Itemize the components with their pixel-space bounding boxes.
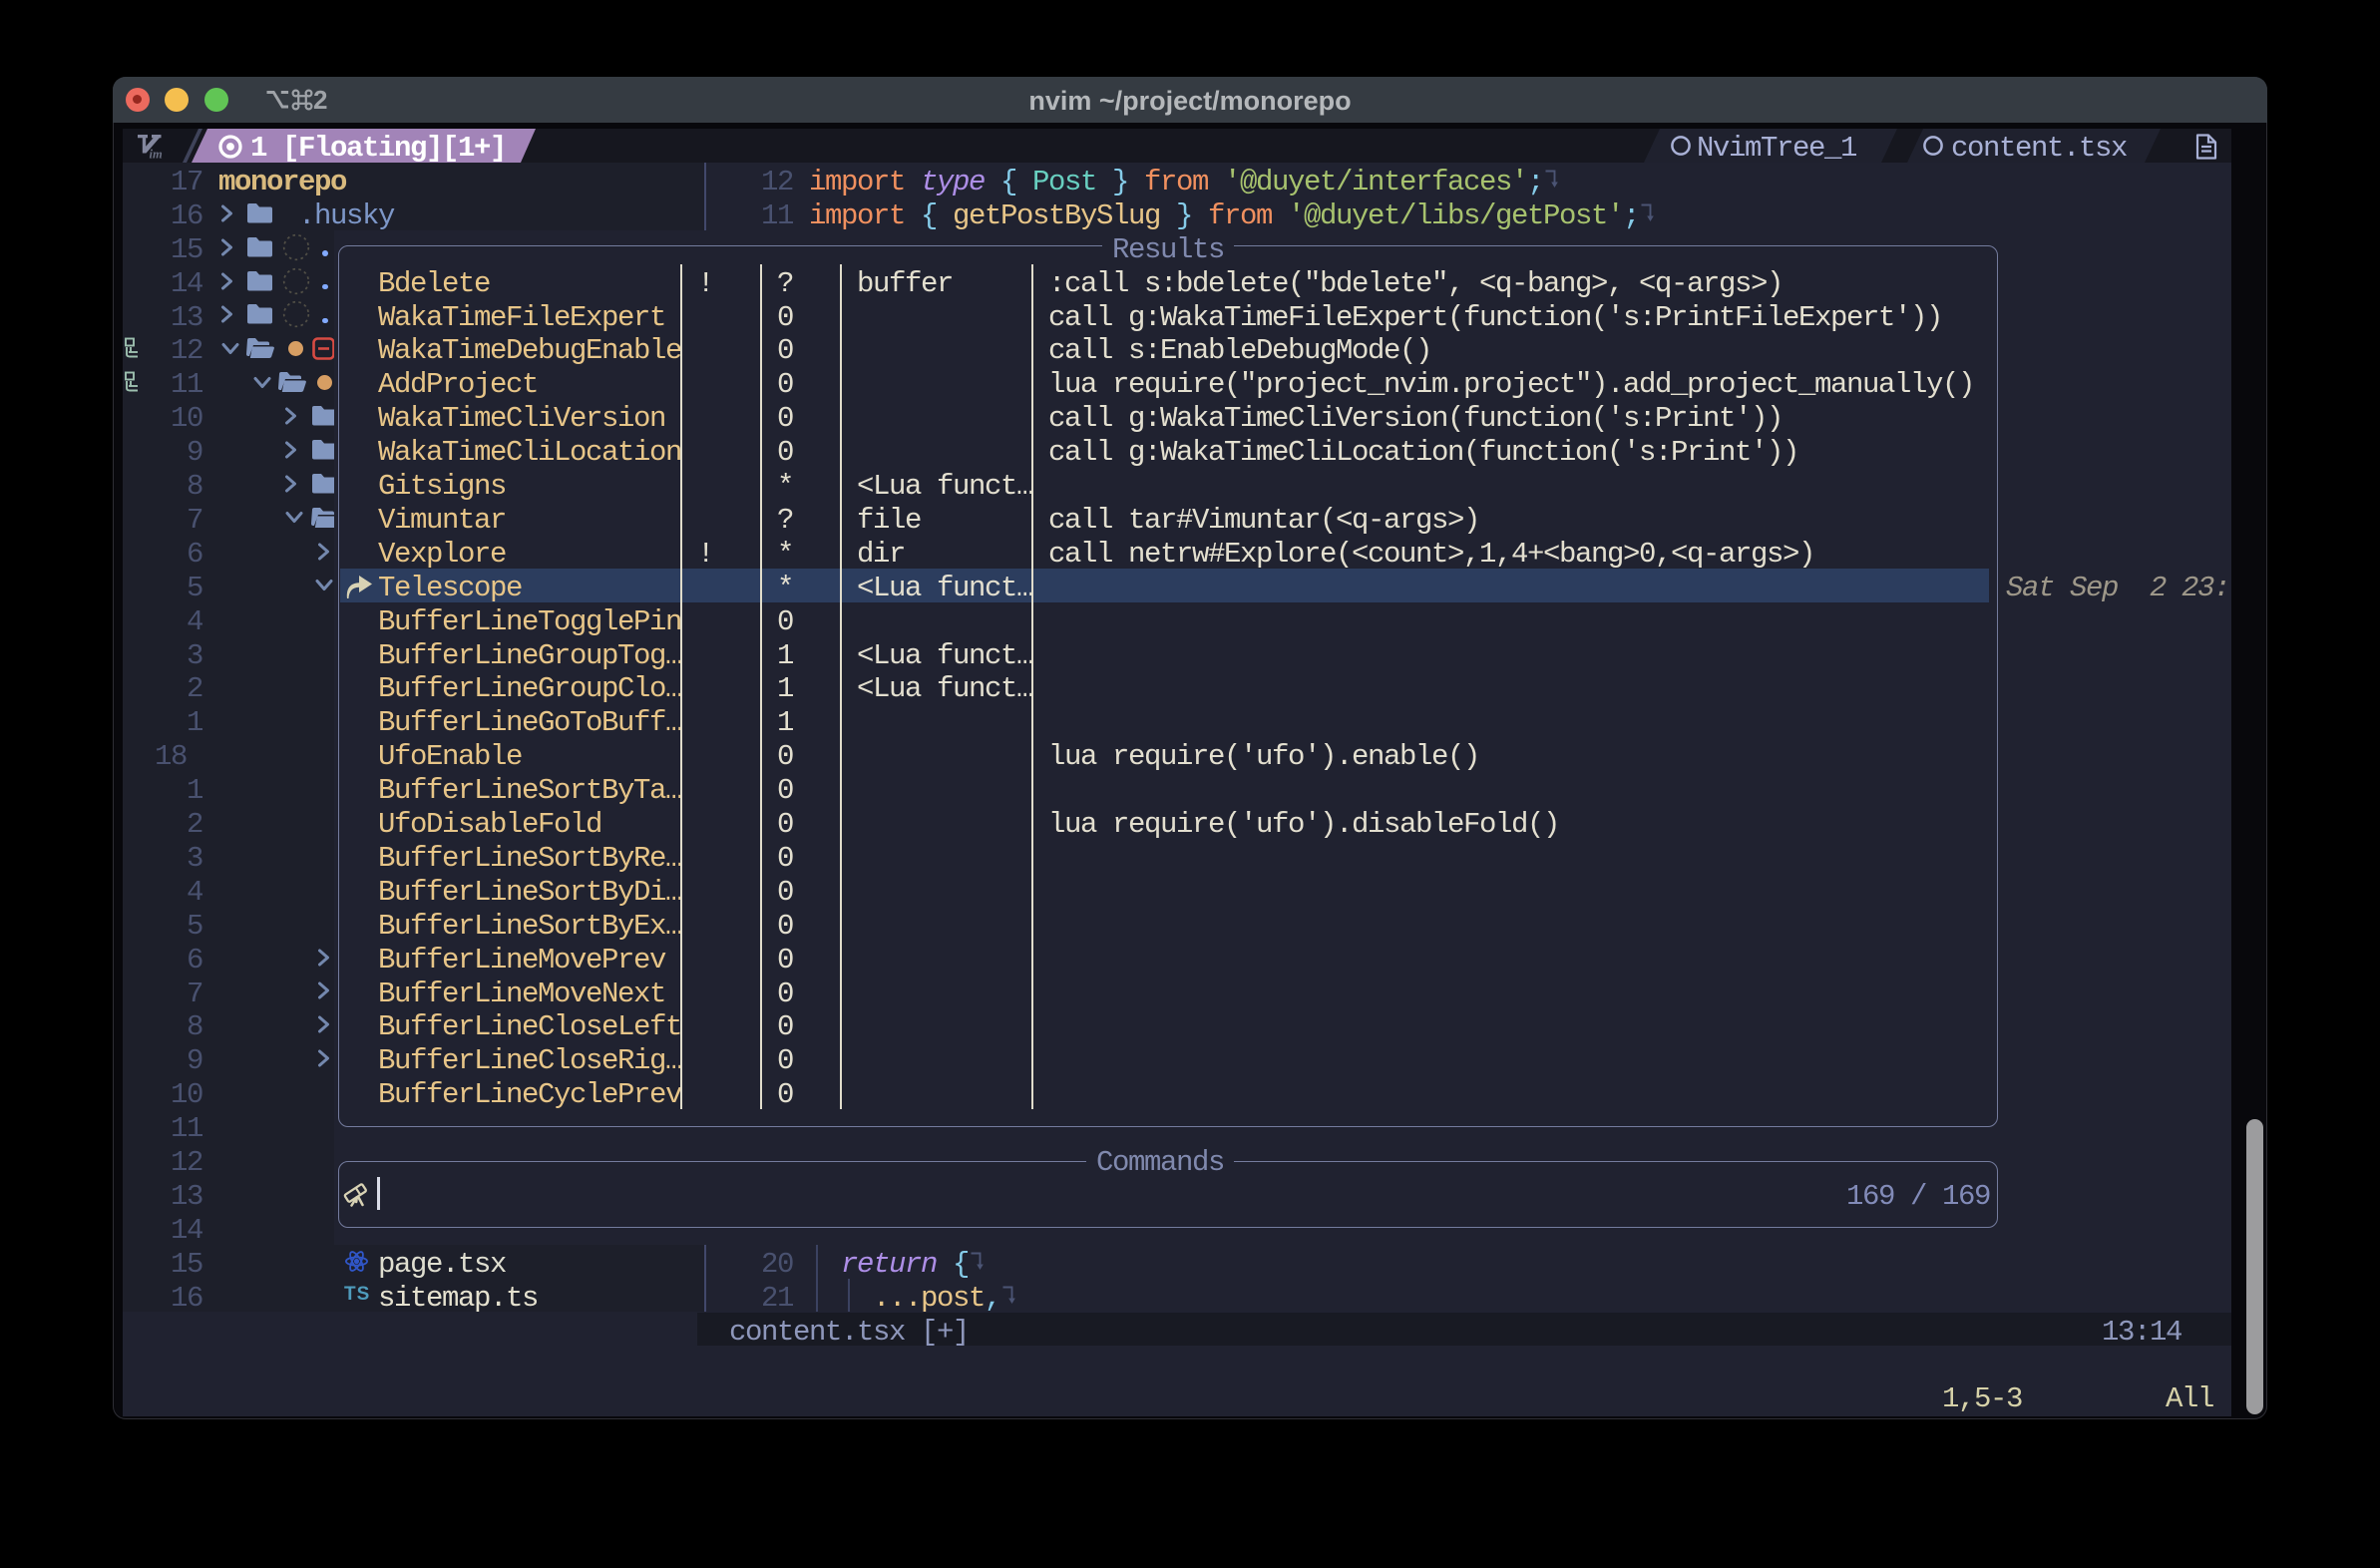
svg-text:im: im — [150, 148, 163, 162]
